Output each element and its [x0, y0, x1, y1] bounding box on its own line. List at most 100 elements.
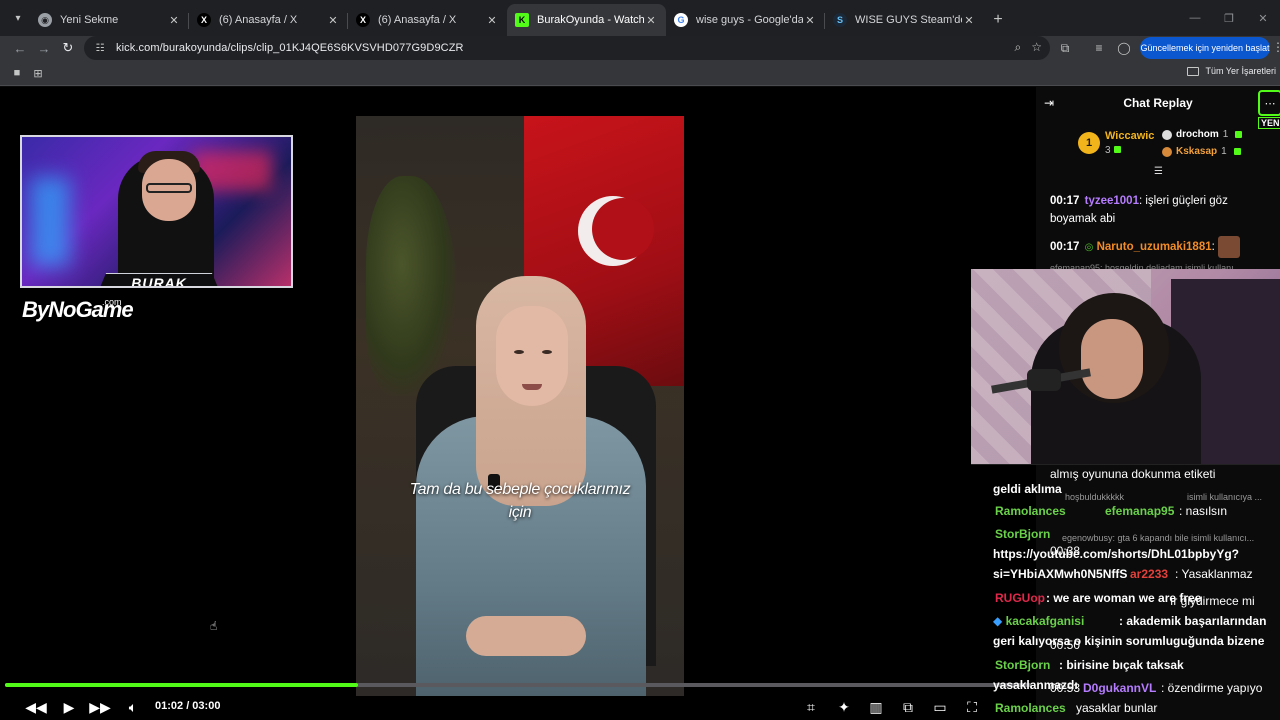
new-badge: YENİ [1258, 117, 1280, 129]
microphone [1027, 369, 1061, 391]
kick-logo-icon: K [515, 13, 529, 27]
tab-title: WISE GUYS Steam'de [855, 14, 962, 26]
streamer-webcam-overlay: BURAK [20, 135, 293, 288]
back-arrow-icon[interactable]: ← [10, 38, 30, 58]
chat-username[interactable]: Ramolances [995, 503, 1066, 519]
close-icon[interactable]: ✕ [485, 14, 499, 27]
chat-username[interactable]: tyzee1001 [1085, 195, 1139, 207]
chat-username[interactable]: StorBjorn [995, 657, 1050, 673]
sparkle-icon[interactable]: ✦ [834, 697, 854, 717]
x-logo-icon: X [197, 13, 211, 27]
seek-bar[interactable] [5, 683, 1031, 687]
close-window-icon[interactable]: ✕ [1246, 0, 1280, 36]
time-display: 01:02 / 03:00 [155, 700, 221, 712]
crop-icon[interactable]: ⌗ [801, 697, 821, 717]
address-bar[interactable]: ☷ kick.com/burakoyunda/clips/clip_01KJ4Q… [84, 36, 1050, 60]
chat-title: Chat Replay [1123, 96, 1193, 110]
chat-username[interactable]: ◆ kacakafganisi [993, 613, 1084, 629]
window-controls: — ❐ ✕ [1178, 0, 1280, 36]
chat-message: 00:17 ◎ Naruto_uzumaki1881: [1050, 236, 1270, 258]
bookmarks-bar: ■ ⊞ Tüm Yer İşaretleri [0, 60, 1280, 86]
tab-steam[interactable]: S WISE GUYS Steam'de ✕ [825, 4, 984, 36]
gift-icon [1233, 148, 1241, 155]
apps-grid-icon[interactable]: ⊞ [31, 66, 45, 80]
close-icon[interactable]: ✕ [167, 14, 181, 27]
media-controls-icon[interactable]: ≡ [1090, 39, 1108, 57]
extensions-icon[interactable]: ⧉ [1056, 39, 1074, 57]
all-bookmarks-label: Tüm Yer İşaretleri [1205, 66, 1276, 76]
tab-google-search[interactable]: G wise guys - Google'da Ara ✕ [666, 4, 825, 36]
tab-strip: ◉ Yeni Sekme ✕ X (6) Anasayfa / X ✕ X (6… [30, 4, 1012, 36]
gift-icon [1113, 146, 1121, 153]
leaderboard-second[interactable]: drochom 1 [1162, 129, 1243, 140]
leaderboard-first-name[interactable]: Wiccawic [1105, 130, 1154, 142]
site-info-icon[interactable]: ☷ [92, 40, 108, 56]
bookmark-star-icon[interactable]: ☆ [1031, 40, 1042, 55]
chat-username[interactable]: D0gukannVL [1083, 680, 1156, 696]
reactor-webcam [971, 269, 1280, 465]
tab-title: wise guys - Google'da Ara [696, 14, 803, 26]
minimize-icon[interactable]: — [1178, 0, 1212, 36]
app-square-icon[interactable]: ■ [10, 66, 24, 80]
address-url: kick.com/burakoyunda/clips/clip_01KJ4QE6… [116, 42, 464, 54]
badge-icon: ◎ [1084, 242, 1094, 254]
chat-username[interactable]: Ramolances [995, 700, 1066, 716]
filter-icon[interactable]: ☰ [1154, 166, 1163, 177]
browser-toolbar: ← → ↻ ☷ kick.com/burakoyunda/clips/clip_… [0, 36, 1280, 60]
cam-name-banner: BURAK [131, 275, 187, 288]
tab-x-home-1[interactable]: X (6) Anasayfa / X ✕ [189, 4, 348, 36]
chat-message: 00:17 tyzee1001: işleri güçleri göz boya… [1050, 195, 1228, 225]
chat-username[interactable]: Naruto_uzumaki1881 [1097, 241, 1212, 253]
leaderboard-third[interactable]: Kskasap 1 [1162, 146, 1241, 157]
video-subtitle: Tam da bu sebeple çocuklarımız için [409, 481, 631, 521]
play-icon[interactable]: ▶ [59, 697, 79, 717]
hand-cursor-icon: ☝ [210, 619, 218, 633]
new-tab-button[interactable]: + [984, 4, 1012, 36]
chat-options-button[interactable]: ⋯ [1258, 90, 1280, 116]
tab-title: (6) Anasayfa / X [378, 14, 457, 26]
more-vertical-icon[interactable]: ⋮ [1272, 40, 1280, 54]
clip-video-frame: Tam da bu sebeple çocuklarımız için [356, 116, 684, 696]
forward-arrow-icon[interactable]: → [34, 38, 54, 58]
tab-x-home-2[interactable]: X (6) Anasayfa / X ✕ [348, 4, 507, 36]
steam-icon: S [833, 13, 847, 27]
google-icon: G [674, 13, 688, 27]
silver-badge-icon [1162, 129, 1172, 140]
tab-new-tab[interactable]: ◉ Yeni Sekme ✕ [30, 4, 189, 36]
diamond-badge-icon: ◆ [993, 614, 1003, 628]
zoom-icon[interactable]: ⌕ [1015, 40, 1022, 55]
chat-username[interactable]: StorBjorn [995, 526, 1050, 542]
theater-mode-icon[interactable]: ▭ [930, 697, 950, 717]
chat-username[interactable]: efemanap95 [1105, 503, 1174, 519]
quality-icon[interactable]: ▥ [866, 697, 886, 717]
close-icon[interactable]: ✕ [326, 14, 340, 27]
seek-bar-progress [5, 683, 358, 687]
fast-forward-icon[interactable]: ▶▶ [89, 697, 111, 717]
tab-search-menu-button[interactable]: ▾ [8, 8, 28, 28]
tab-title: (6) Anasayfa / X [219, 14, 298, 26]
bronze-badge-icon [1162, 146, 1172, 157]
gift-icon [1235, 131, 1243, 138]
rewind-icon[interactable]: ◀◀ [25, 697, 47, 717]
speaker-face [496, 306, 568, 406]
tab-kick-clips[interactable]: K BurakOyunda - Watch clips on ✕ [507, 4, 666, 36]
all-bookmarks-button[interactable]: Tüm Yer İşaretleri [1187, 66, 1276, 76]
folder-icon [1187, 66, 1200, 76]
fullscreen-icon[interactable]: ⛶ [962, 697, 982, 717]
picture-in-picture-icon[interactable]: ⧉ [898, 697, 918, 717]
close-icon[interactable]: ✕ [803, 14, 817, 27]
chat-username[interactable]: RUGUop [995, 590, 1045, 606]
profile-icon[interactable]: ◯ [1115, 39, 1133, 57]
tab-title: Yeni Sekme [60, 14, 119, 26]
restore-icon[interactable]: ❐ [1212, 0, 1246, 36]
leaderboard-rank-badge: 1 [1078, 132, 1100, 154]
video-player[interactable]: Tam da bu sebeple çocuklarımız için BURA… [0, 87, 1036, 720]
close-icon[interactable]: ✕ [644, 14, 658, 27]
close-icon[interactable]: ✕ [962, 14, 976, 27]
x-logo-icon: X [356, 13, 370, 27]
reload-icon[interactable]: ↻ [58, 38, 78, 58]
sponsor-logo-suffix: .com [102, 297, 122, 307]
volume-icon[interactable]: 🔈︎ [123, 697, 143, 717]
tab-bar: ▾ ◉ Yeni Sekme ✕ X (6) Anasayfa / X ✕ X … [0, 0, 1280, 36]
update-restart-button[interactable]: Güncellemek için yeniden başlat [1140, 37, 1270, 59]
